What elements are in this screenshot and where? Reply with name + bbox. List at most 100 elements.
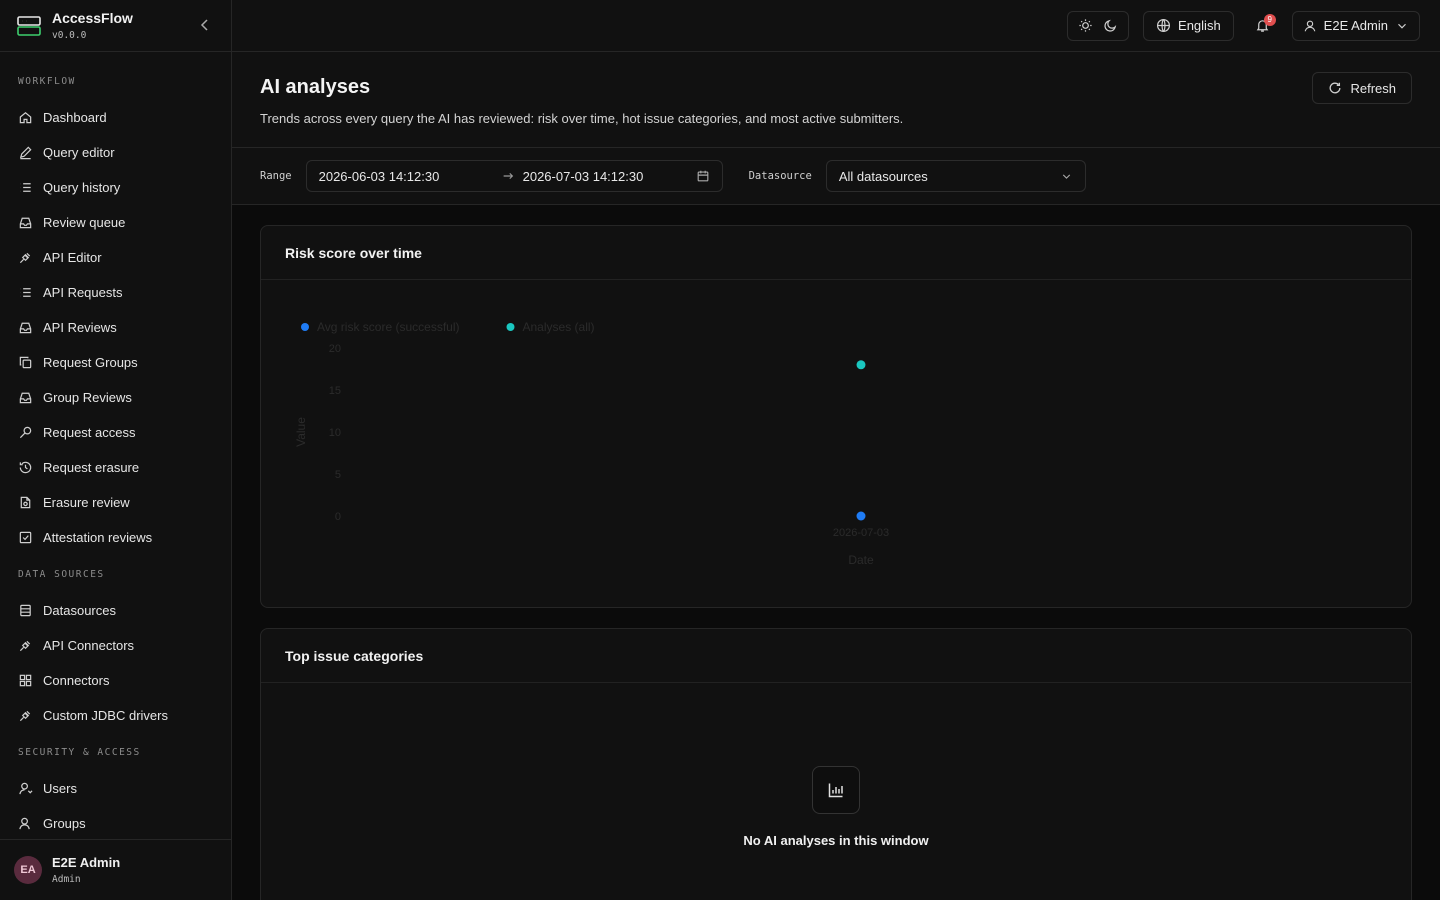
calendar-icon[interactable]	[696, 169, 710, 183]
datasource-label: Datasource	[748, 170, 812, 182]
sidebar-item-query-editor[interactable]: Query editor	[0, 135, 231, 170]
nav-section-gap	[0, 555, 231, 569]
sidebar-item-dashboard[interactable]: Dashboard	[0, 100, 231, 135]
file-search-icon	[20, 496, 31, 509]
sidebar-item-datasources[interactable]: Datasources	[0, 593, 231, 628]
inbox-icon	[19, 322, 32, 334]
sidebar-item-request-erasure[interactable]: Request erasure	[0, 450, 231, 485]
pencil-icon	[19, 146, 32, 160]
sidebar-item-label: Custom JDBC drivers	[43, 708, 168, 723]
user-icon	[19, 782, 33, 795]
sidebar-item-label: Datasources	[43, 603, 116, 618]
sidebar-item-api-reviews[interactable]: API Reviews	[0, 310, 231, 345]
sidebar-item-request-access[interactable]: Request access	[0, 415, 231, 450]
sidebar-header: AccessFlow v0.0.0	[0, 0, 231, 52]
datasource-select[interactable]: All datasources	[825, 160, 1086, 192]
inbox-icon	[19, 392, 32, 404]
y-tick-label: 10	[329, 427, 341, 439]
sidebar-item-connectors[interactable]: Connectors	[0, 663, 231, 698]
sidebar: AccessFlow v0.0.0 WORKFLOW Dashboard Query…	[0, 0, 232, 900]
sidebar-item-groups[interactable]: Groups	[0, 806, 231, 839]
risk-score-card: Risk score over time Avg risk score (suc…	[260, 225, 1412, 608]
sidebar-item-group-reviews[interactable]: Group Reviews	[0, 380, 231, 415]
language-selector[interactable]: English	[1143, 10, 1234, 41]
sidebar-item-label: Group Reviews	[43, 390, 132, 405]
empty-state: No AI analyses in this window	[261, 683, 1411, 900]
sidebar-item-label: Dashboard	[43, 110, 107, 125]
legend-label: Analyses (all)	[523, 320, 595, 334]
inbox-icon	[19, 217, 32, 229]
risk-score-chart: Avg risk score (successful) Analyses (all…	[294, 320, 889, 567]
user-icon	[1304, 20, 1316, 31]
sidebar-item-label: API Requests	[43, 285, 123, 300]
refresh-icon	[1330, 82, 1341, 94]
x-tick-label: 2026-07-03	[833, 527, 889, 539]
sidebar-user-role: Admin	[52, 874, 81, 885]
chevron-down-icon	[1398, 23, 1406, 29]
sidebar-item-request-groups[interactable]: Request Groups	[0, 345, 231, 380]
nav-section-gap	[0, 733, 231, 747]
sidebar-nav: WORKFLOW Dashboard Query editor Query histo…	[0, 52, 231, 839]
y-tick-label: 20	[329, 343, 341, 355]
sidebar-item-api-requests[interactable]: API Requests	[0, 275, 231, 310]
empty-state-icon	[812, 766, 860, 814]
y-axis-label: Value	[294, 417, 308, 447]
issue-categories-card: Top issue categories No AI analyses in t…	[260, 628, 1412, 900]
logo-icon	[17, 15, 41, 36]
sidebar-item-review-queue[interactable]: Review queue	[0, 205, 231, 240]
legend-marker	[506, 323, 515, 331]
sidebar-item-users[interactable]: Users	[0, 771, 231, 806]
sidebar-item-query-history[interactable]: Query history	[0, 170, 231, 205]
notification-count-badge: 9	[1263, 13, 1276, 26]
theme-toggle	[1067, 10, 1130, 41]
users-icon	[19, 817, 30, 830]
grid-icon	[19, 674, 32, 687]
empty-state-text: No AI analyses in this window	[743, 833, 929, 848]
sidebar-item-api-connectors[interactable]: API Connectors	[0, 628, 231, 663]
y-tick-label: 5	[335, 469, 341, 481]
sidebar-item-label: API Connectors	[43, 638, 135, 653]
sidebar-item-custom-jdbc-drivers[interactable]: Custom JDBC drivers	[0, 698, 231, 733]
range-start-input[interactable]: 2026-06-03 14:12:30	[319, 169, 475, 184]
bar-chart-icon	[828, 783, 843, 798]
range-end-input[interactable]: 2026-07-03 14:12:30	[523, 169, 644, 184]
copy-icon	[19, 356, 32, 369]
issues-card-title: Top issue categories	[261, 629, 1411, 683]
user-menu-button[interactable]: E2E Admin	[1291, 10, 1420, 41]
check-square-icon	[19, 531, 32, 544]
sidebar-item-erasure-review[interactable]: Erasure review	[0, 485, 231, 520]
sidebar-item-api-editor[interactable]: API Editor	[0, 240, 231, 275]
sidebar-user[interactable]: EA E2E Admin Admin	[0, 839, 231, 900]
history-icon	[19, 461, 32, 474]
filter-bar: Range 2026-06-03 14:12:30 2026-07-03 14:…	[232, 148, 1440, 205]
legend-label: Avg risk score (successful)	[317, 320, 459, 334]
legend-marker	[301, 323, 309, 331]
moon-icon[interactable]	[1103, 18, 1118, 33]
data-point-analyses	[856, 360, 866, 370]
y-tick-label: 0	[335, 511, 341, 523]
sidebar-item-label: Query editor	[43, 145, 115, 160]
database-icon	[20, 604, 31, 617]
sun-icon[interactable]	[1078, 18, 1093, 33]
sidebar-item-attestation-reviews[interactable]: Attestation reviews	[0, 520, 231, 555]
avatar: EA	[14, 856, 42, 884]
sidebar-item-label: API Editor	[43, 250, 102, 265]
home-icon	[19, 112, 32, 124]
x-axis-label: Date	[848, 553, 874, 567]
sidebar-user-name: E2E Admin	[52, 855, 121, 870]
y-tick-label: 15	[329, 385, 341, 397]
page-header: AI analyses Trends across every query th…	[232, 52, 1440, 148]
sidebar-item-label: Review queue	[43, 215, 126, 230]
date-range-picker[interactable]: 2026-06-03 14:12:30 2026-07-03 14:12:30	[305, 160, 723, 192]
notifications-button[interactable]: 9	[1248, 11, 1278, 41]
list-icon	[20, 288, 31, 297]
language-label: English	[1178, 18, 1221, 33]
chevron-left-icon[interactable]	[197, 17, 213, 33]
sidebar-item-label: Erasure review	[43, 495, 130, 510]
refresh-button[interactable]: Refresh	[1312, 72, 1412, 104]
datasource-value: All datasources	[838, 168, 928, 184]
sidebar-item-label: Request Groups	[43, 355, 138, 370]
refresh-label: Refresh	[1350, 80, 1396, 96]
sidebar-item-label: Connectors	[43, 673, 110, 688]
content: Risk score over time Avg risk score (suc…	[232, 205, 1440, 900]
